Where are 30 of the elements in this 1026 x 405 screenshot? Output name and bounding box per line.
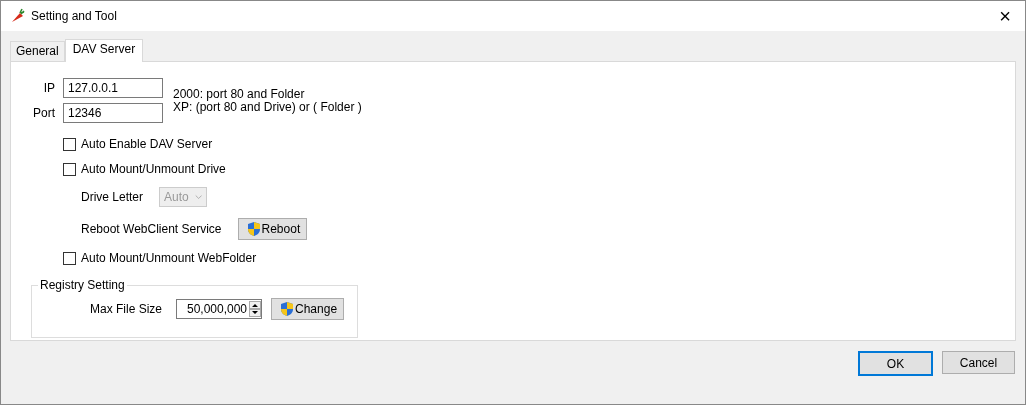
chevron-icon: [194, 194, 203, 200]
checkbox-label[interactable]: Auto Enable DAV Server: [81, 137, 213, 151]
checkbox-label[interactable]: Auto Mount/Unmount Drive: [81, 162, 226, 176]
reboot-label: Reboot WebClient Service: [81, 222, 222, 236]
window-title: Setting and Tool: [31, 9, 118, 23]
max-file-size-label: Max File Size: [90, 302, 163, 316]
input-field[interactable]: 12346: [63, 103, 163, 123]
drive-letter-label: Drive Letter: [81, 190, 144, 204]
number-field[interactable]: 50,000,000: [176, 299, 263, 319]
dialog-button[interactable]: Cancel: [942, 351, 1015, 374]
input-field[interactable]: 127.0.0.1: [63, 78, 163, 98]
close-button[interactable]: ×: [993, 4, 1017, 28]
change-button[interactable]: Change: [271, 298, 345, 320]
note-text: 2000: port 80 and Folder: [173, 88, 306, 101]
checkbox[interactable]: [63, 137, 76, 151]
checkbox[interactable]: [63, 162, 76, 176]
field-label: Port: [32, 106, 55, 120]
checkbox[interactable]: [63, 251, 76, 265]
spinner-icon[interactable]: [249, 301, 262, 317]
checkbox-label[interactable]: Auto Mount/Unmount WebFolder: [81, 251, 257, 265]
field-label: IP: [42, 81, 55, 95]
group-title: Registry Setting: [38, 278, 127, 292]
tab[interactable]: General: [10, 41, 65, 61]
reboot-button[interactable]: Reboot: [237, 218, 308, 240]
carrot-icon: [9, 8, 25, 24]
note-text: XP: (port 80 and Drive) or ( Folder ): [173, 101, 362, 114]
shield-icon: [246, 221, 261, 237]
dialog-button[interactable]: OK: [858, 351, 933, 376]
shield-icon: [280, 301, 295, 317]
tab[interactable]: DAV Server: [64, 39, 144, 62]
